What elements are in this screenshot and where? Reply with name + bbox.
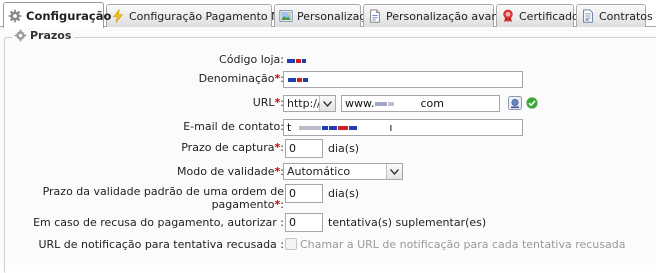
tab-personalizacao[interactable]: Personalização xyxy=(274,4,379,27)
lightning-icon xyxy=(113,9,123,23)
section-title: Prazos xyxy=(12,29,75,42)
url-input[interactable]: www. com xyxy=(341,95,500,112)
chevron-down-icon xyxy=(319,96,335,111)
tab-label: Certificados xyxy=(519,9,585,23)
prazo-captura-label: Prazo de captura*: xyxy=(181,141,284,154)
url-notificacao-checkbox-label: Chamar a URL de notificação para cada te… xyxy=(300,238,626,251)
modo-validade-select[interactable]: Automático xyxy=(283,163,403,180)
url-notificacao-label: URL de notificação para tentativa recusa… xyxy=(38,238,284,251)
prazo-validade-unit: dia(s) xyxy=(328,187,360,200)
tab-panel: Prazos Código loja: Denominação*: URL*: … xyxy=(0,27,656,273)
chevron-down-icon xyxy=(386,164,402,179)
denominacao-label: Denominação*: xyxy=(198,72,284,85)
url-label: URL*: xyxy=(252,96,284,109)
tab-bar: Configuração Configuração Pagamento Manu… xyxy=(0,0,656,28)
document-icon xyxy=(370,9,380,23)
gear-icon xyxy=(8,9,22,22)
email-input[interactable]: tı xyxy=(283,119,523,136)
tab-personalizacao-avancada[interactable]: Personalização avançada xyxy=(363,4,525,27)
modo-validade-label: Modo de validade*: xyxy=(177,165,284,178)
recusa-unit: tentativa(s) suplementar(es) xyxy=(328,216,487,229)
denominacao-input[interactable] xyxy=(283,71,523,88)
recusa-label: Em caso de recusa do pagamento, autoriza… xyxy=(33,216,284,229)
gear-icon xyxy=(14,29,27,42)
check-valid-icon xyxy=(526,97,538,109)
tab-label: Configuração xyxy=(26,8,112,23)
ribbon-icon xyxy=(503,9,513,23)
codigo-loja-label: Código loja: xyxy=(219,53,284,66)
section-title-text: Prazos xyxy=(30,29,72,42)
tab-configuracao[interactable]: Configuração xyxy=(3,2,111,28)
prazo-validade-label: Prazo da validade padrão de uma ordem de… xyxy=(42,185,284,211)
tab-label: Contratos xyxy=(599,9,653,23)
tab-contratos[interactable]: Contratos xyxy=(576,4,653,27)
tab-pagamento-manual[interactable]: Configuração Pagamento Manual xyxy=(106,4,311,27)
prazo-captura-input[interactable]: 0 xyxy=(285,139,323,158)
url-preview-icon[interactable] xyxy=(508,96,522,110)
url-protocol-select[interactable]: http:// xyxy=(283,95,336,112)
recusa-input[interactable]: 0 xyxy=(285,213,323,232)
tab-certificados[interactable]: Certificados xyxy=(496,4,585,27)
prazo-captura-unit: dia(s) xyxy=(328,142,360,155)
codigo-loja-value xyxy=(286,54,306,67)
prazo-validade-input[interactable]: 0 xyxy=(285,184,323,203)
image-icon xyxy=(279,10,293,22)
email-label: E-mail de contato: xyxy=(183,120,284,133)
contract-icon xyxy=(583,9,593,23)
url-notificacao-checkbox[interactable] xyxy=(285,238,297,250)
